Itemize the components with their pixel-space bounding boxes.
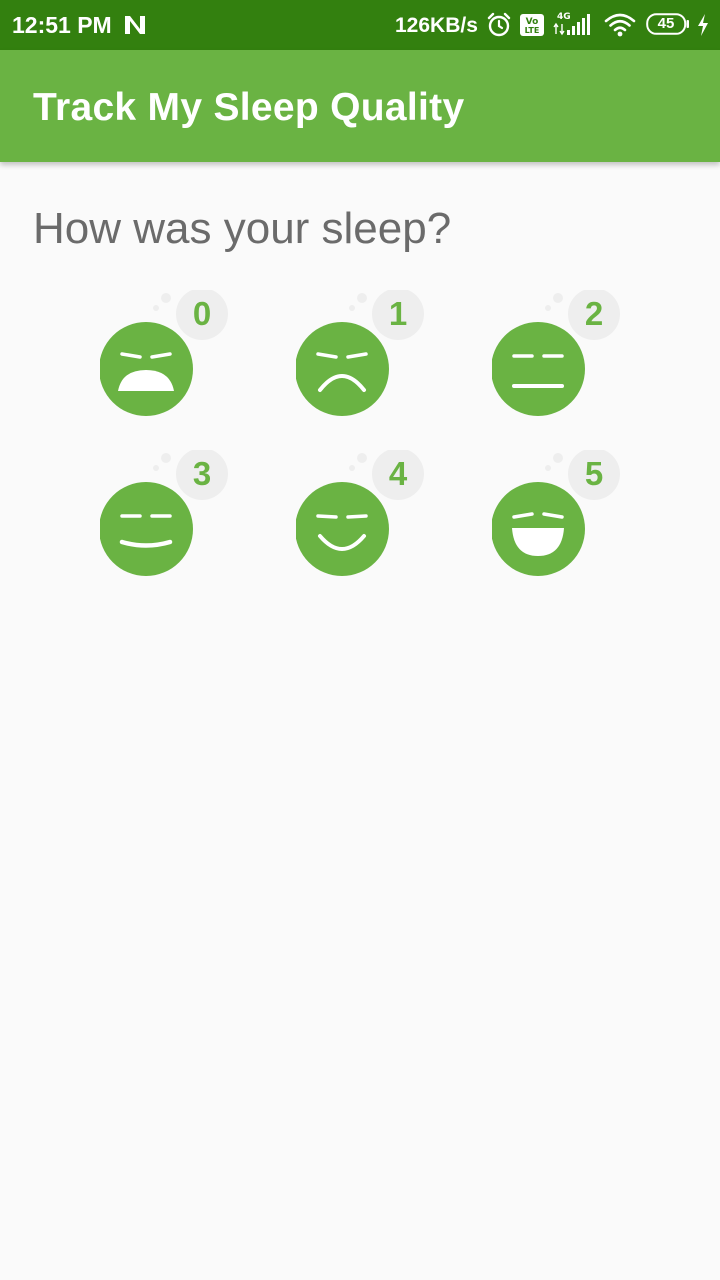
n-notification-icon — [125, 16, 145, 34]
sleep-quality-value: 3 — [192, 455, 212, 492]
sleep-quality-value: 1 — [388, 295, 408, 332]
sleep-quality-option-5[interactable]: 5 — [492, 450, 632, 590]
signal-4g-icon: 4G — [553, 12, 590, 36]
sleep-quality-option-3[interactable]: 3 — [100, 450, 240, 590]
battery-icon: 45 — [646, 13, 690, 35]
wifi-icon — [604, 13, 636, 37]
sleep-quality-value: 2 — [584, 295, 604, 332]
sleep-quality-value: 5 — [584, 455, 604, 492]
sleep-quality-option-2[interactable]: 2 — [492, 290, 632, 430]
status-time: 12:51 PM — [12, 12, 112, 38]
svg-text:4G: 4G — [557, 12, 571, 22]
volte-icon: Vo LTE — [520, 14, 544, 36]
sleep-question: How was your sleep? — [33, 204, 452, 253]
sleep-quality-option-0[interactable]: 0 — [100, 290, 240, 430]
sleep-quality-value: 0 — [192, 295, 212, 332]
network-speed: 126KB/s — [395, 14, 478, 37]
sleep-quality-option-1[interactable]: 1 — [296, 290, 436, 430]
svg-text:LTE: LTE — [525, 26, 540, 35]
battery-level: 45 — [657, 15, 675, 32]
sleep-quality-value: 4 — [388, 455, 408, 492]
alarm-icon — [487, 12, 511, 37]
sleep-quality-option-4[interactable]: 4 — [296, 450, 436, 590]
charging-icon — [698, 14, 708, 36]
app-title: Track My Sleep Quality — [33, 86, 465, 129]
status-bar: 12:51 PM 126KB/s Vo LTE 4G 45 — [0, 0, 720, 50]
app-bar: Track My Sleep Quality — [0, 50, 720, 162]
